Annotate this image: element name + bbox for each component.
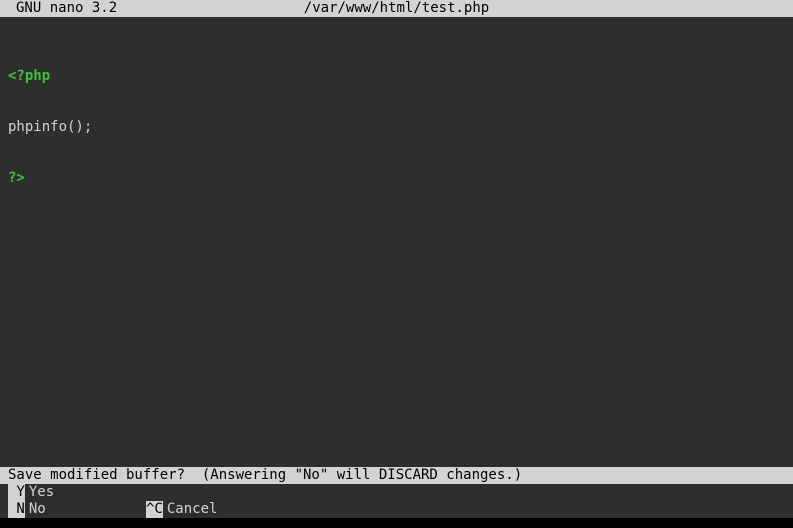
key-n: N xyxy=(8,501,25,518)
help-cancel[interactable]: ^C Cancel xyxy=(146,501,276,518)
file-path: /var/www/html/test.php xyxy=(0,0,793,17)
key-ctrl-c: ^C xyxy=(146,501,163,518)
save-prompt-text: Save modified buffer? (Answering "No" wi… xyxy=(0,467,531,484)
code-line: ?> xyxy=(0,170,793,187)
title-bar: /var/www/html/test.php GNU nano 3.2 xyxy=(0,0,793,17)
code-line: phpinfo(); xyxy=(0,119,793,136)
label-yes: Yes xyxy=(25,484,54,501)
label-cancel: Cancel xyxy=(163,501,218,518)
php-close-tag: ?> xyxy=(8,170,25,186)
terminal-bottom-edge xyxy=(0,518,793,528)
editor-pane[interactable]: <?php phpinfo(); ?> xyxy=(0,17,793,204)
code-line: <?php xyxy=(0,68,793,85)
help-yes[interactable]: Y Yes xyxy=(8,484,138,501)
help-no[interactable]: N No xyxy=(8,501,138,518)
php-statement: phpinfo(); xyxy=(8,119,92,135)
php-open-tag: <?php xyxy=(8,68,50,84)
key-y: Y xyxy=(8,484,25,501)
label-no: No xyxy=(25,501,46,518)
help-menu: Y Yes N No ^C Cancel xyxy=(0,484,793,528)
bottom-bar: Save modified buffer? (Answering "No" wi… xyxy=(0,467,793,528)
prompt-bar: Save modified buffer? (Answering "No" wi… xyxy=(0,467,793,484)
